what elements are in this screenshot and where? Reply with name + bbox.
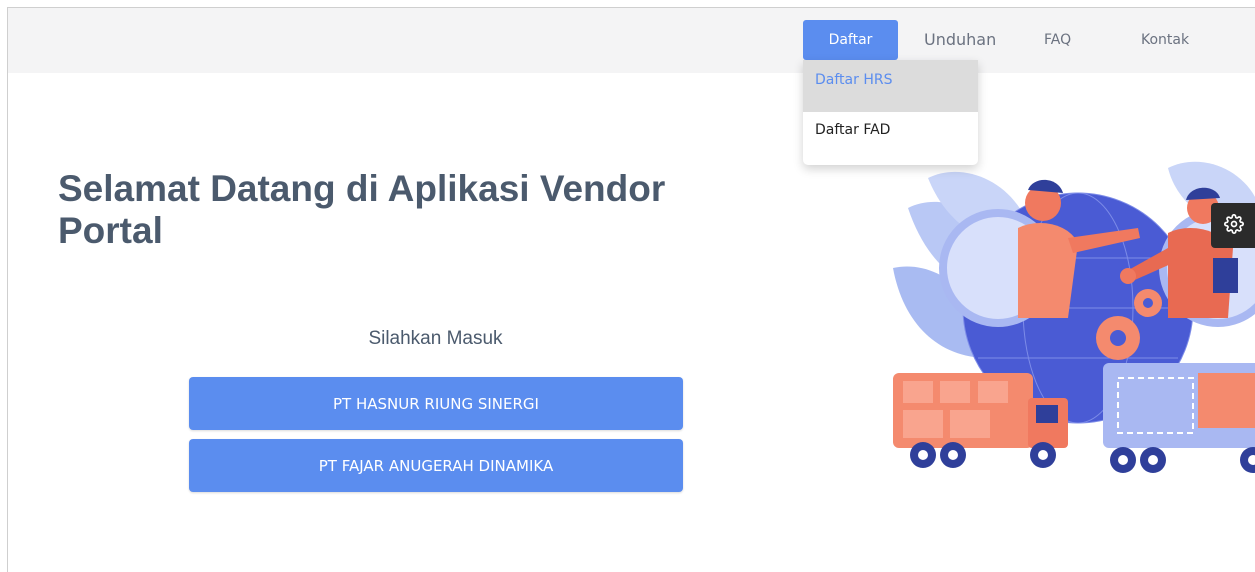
- nav-faq-link[interactable]: FAQ: [1044, 32, 1071, 48]
- daftar-dropdown-menu: Daftar HRS Daftar FAD: [803, 60, 978, 165]
- login-prompt: Silahkan Masuk: [368, 328, 503, 349]
- dropdown-item-daftar-hrs[interactable]: Daftar HRS: [803, 60, 978, 112]
- settings-button[interactable]: [1211, 203, 1255, 248]
- page-frame: Daftar Unduhan FAQ Kontak Selamat Datang…: [7, 7, 1255, 572]
- nav-kontak-link[interactable]: Kontak: [1141, 32, 1189, 48]
- gear-icon: [1223, 213, 1244, 238]
- dropdown-item-daftar-fad[interactable]: Daftar FAD: [803, 112, 978, 165]
- handshake-logistics-illustration: [868, 148, 1255, 488]
- login-hrs-button[interactable]: PT HASNUR RIUNG SINERGI: [189, 377, 683, 430]
- page-title: Selamat Datang di Aplikasi Vendor Portal: [58, 168, 666, 251]
- login-fad-button[interactable]: PT FAJAR ANUGERAH DINAMIKA: [189, 439, 683, 492]
- top-navbar: Daftar Unduhan FAQ Kontak: [8, 8, 1255, 73]
- nav-daftar-button[interactable]: Daftar: [803, 20, 898, 60]
- nav-unduhan-link[interactable]: Unduhan: [924, 30, 996, 49]
